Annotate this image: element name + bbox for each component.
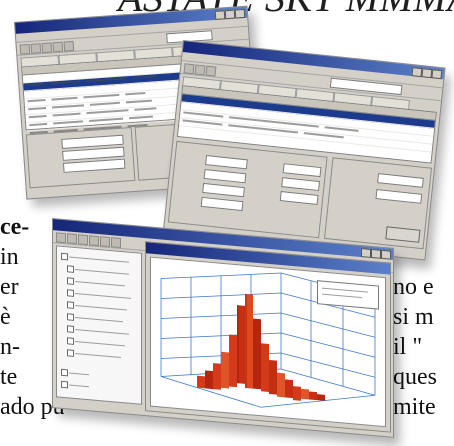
bar [301, 388, 309, 400]
bar [213, 363, 221, 390]
minimize-icon[interactable] [214, 10, 226, 20]
chart-area [150, 256, 386, 428]
bar [205, 370, 213, 390]
front-window[interactable] [52, 218, 394, 438]
print-icon[interactable] [41, 42, 53, 54]
right-line-3: il " [393, 334, 423, 360]
input-field[interactable] [62, 158, 126, 173]
dropdown[interactable] [377, 173, 424, 188]
minimize-icon[interactable] [411, 67, 423, 78]
bar [277, 372, 285, 398]
tree-node[interactable] [67, 325, 74, 333]
dropdown[interactable] [375, 189, 423, 204]
right-line-5: mite [393, 394, 436, 420]
tree-node[interactable] [67, 337, 74, 345]
input-field[interactable] [281, 177, 321, 192]
print-icon[interactable] [205, 65, 217, 77]
input-field[interactable] [202, 182, 245, 198]
folder-icon[interactable] [19, 43, 31, 55]
input-field[interactable] [279, 191, 319, 205]
toolbar-icon[interactable] [52, 41, 64, 53]
folder-icon[interactable] [56, 232, 66, 244]
tree-node[interactable] [67, 301, 74, 309]
right-text-column: no e si m il " ques mite [393, 272, 454, 422]
maximize-icon[interactable] [421, 68, 433, 79]
save-icon[interactable] [67, 233, 77, 245]
toolbar-icon[interactable] [111, 237, 121, 249]
bar [317, 394, 325, 401]
tree-node[interactable] [67, 277, 74, 285]
bar [221, 351, 229, 389]
tree-panel[interactable] [56, 245, 142, 405]
tree-node[interactable] [61, 368, 68, 377]
maximize-icon[interactable] [224, 9, 236, 20]
print-icon[interactable] [78, 234, 88, 246]
bar [261, 343, 269, 392]
bar [269, 359, 277, 395]
chart-subwindow[interactable] [145, 241, 391, 433]
save-icon[interactable] [194, 64, 206, 76]
right-line-2: si m [393, 304, 434, 330]
tree-node[interactable] [67, 289, 74, 297]
right-line-4: ques [393, 364, 437, 390]
magazine-page: ASTATE SKY MMMAY ce- in er è n- te ado p… [0, 0, 454, 446]
right-line-1: no e [393, 274, 434, 300]
chart-bars [197, 293, 325, 401]
bar [309, 391, 317, 401]
bar [285, 379, 293, 399]
back-right-window[interactable] [162, 40, 446, 261]
folder-icon[interactable] [183, 63, 195, 75]
toolbar-icon[interactable] [89, 235, 99, 247]
details-group [25, 127, 136, 189]
bar [293, 386, 301, 401]
bar [229, 334, 237, 388]
toolbar-icon[interactable] [100, 236, 110, 248]
bar [197, 375, 205, 389]
toolbar-icon[interactable] [63, 40, 75, 52]
input-field[interactable] [203, 168, 247, 184]
input-field[interactable] [282, 163, 322, 178]
input-field[interactable] [205, 155, 248, 170]
ok-button[interactable] [385, 226, 421, 243]
close-icon[interactable] [431, 69, 443, 80]
measurements-group [167, 140, 328, 239]
input-field[interactable] [200, 196, 244, 212]
tree-node[interactable] [67, 349, 74, 357]
settings-group [323, 157, 433, 250]
close-icon[interactable] [234, 8, 246, 19]
tree-node[interactable] [67, 313, 74, 321]
tree-node[interactable] [61, 252, 68, 261]
save-icon[interactable] [30, 43, 42, 54]
tree-node[interactable] [61, 380, 68, 389]
bar [253, 318, 261, 390]
tree-node[interactable] [67, 265, 74, 273]
